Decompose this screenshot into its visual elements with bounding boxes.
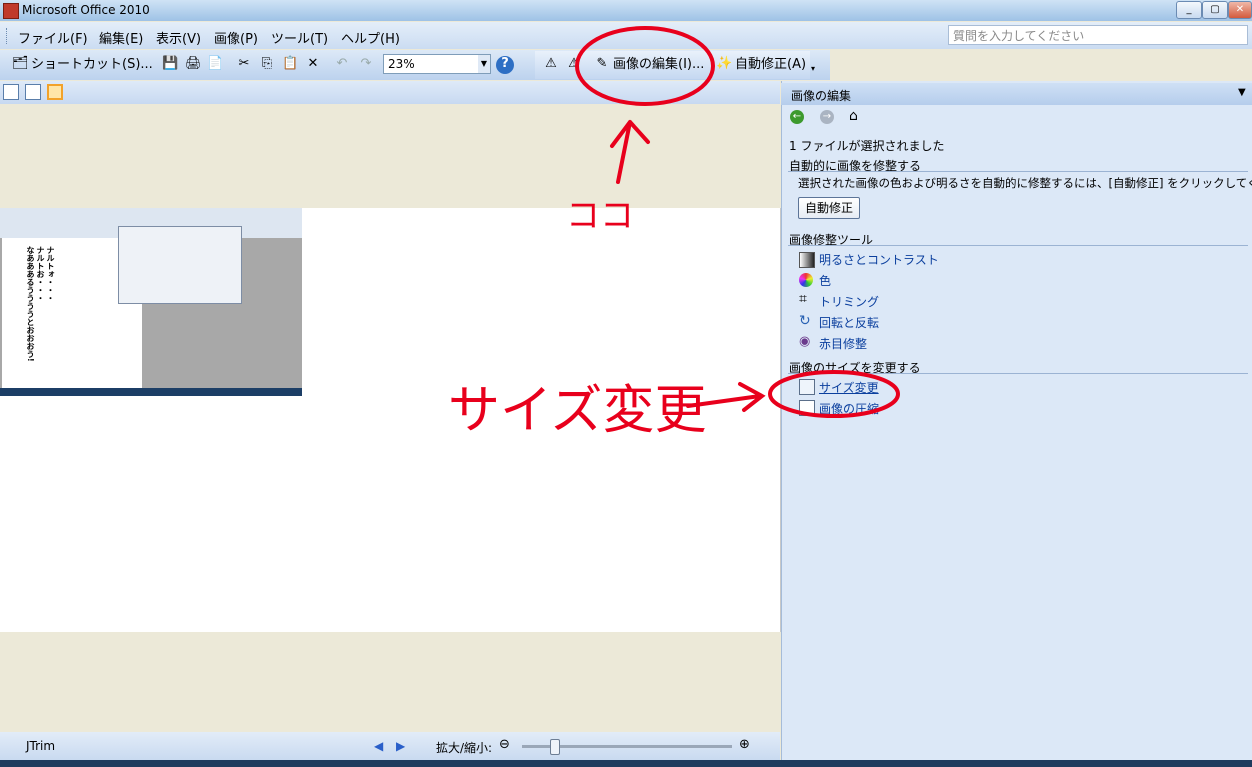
autofix-button[interactable]: 自動修正: [798, 197, 860, 219]
window-title: Microsoft Office 2010: [22, 3, 150, 17]
status-app-name: JTrim: [26, 739, 56, 753]
edit-picture-icon: ✎: [596, 56, 608, 71]
color-icon: [799, 273, 813, 287]
copy-icon[interactable]: ⎘: [259, 56, 275, 72]
menu-help[interactable]: ヘルプ(H): [341, 28, 400, 47]
rotate-icon[interactable]: ⚠: [566, 56, 582, 72]
menu-edit[interactable]: 編集(E): [99, 28, 143, 47]
red-eye-icon: ◉: [799, 334, 811, 349]
tool-brightness[interactable]: 明るさとコントラスト: [819, 251, 939, 268]
tool-color[interactable]: 色: [819, 272, 831, 289]
divider: [788, 171, 1248, 172]
autocorrect-button[interactable]: 自動修正(A): [735, 55, 806, 75]
zoom-dropdown-icon[interactable]: ▼: [478, 55, 490, 73]
filmstrip-view-icon[interactable]: [25, 84, 41, 100]
divider: [788, 245, 1248, 246]
close-button[interactable]: ✕: [1228, 1, 1252, 19]
maximize-button[interactable]: ▢: [1202, 1, 1228, 19]
paste-icon[interactable]: 📋: [282, 56, 298, 72]
thumb-text-2: ナルトお・・・: [36, 246, 45, 302]
forward-icon[interactable]: →: [820, 110, 834, 124]
back-icon[interactable]: ←: [790, 110, 804, 124]
brightness-icon: [799, 252, 815, 268]
menu-picture[interactable]: 画像(P): [214, 28, 258, 47]
resize-icon: [799, 379, 815, 395]
pane-menu-icon[interactable]: ▼: [1238, 87, 1246, 98]
thumbnail-view-icon[interactable]: [3, 84, 19, 100]
menu-grip[interactable]: [6, 28, 10, 44]
delete-icon[interactable]: ✕: [305, 56, 321, 72]
view-strip: [0, 81, 780, 104]
crop-icon: ⌗: [799, 291, 807, 307]
compress-icon: [799, 400, 815, 416]
app-icon[interactable]: [3, 3, 19, 19]
menu-file[interactable]: ファイル(F): [18, 28, 88, 47]
compress-link[interactable]: 画像の圧縮: [819, 400, 879, 417]
print-preview-icon[interactable]: 📄: [207, 56, 223, 72]
single-view-icon[interactable]: [47, 84, 63, 100]
redo-icon[interactable]: ↷: [358, 56, 374, 72]
shortcut-icon: 🗂: [12, 56, 29, 71]
menu-view[interactable]: 表示(V): [156, 28, 201, 47]
autocorrect-icon: ✨: [716, 56, 733, 71]
pane-header: [781, 83, 1252, 105]
save-icon[interactable]: 💾: [162, 56, 178, 72]
resize-link[interactable]: サイズ変更: [819, 379, 879, 396]
minimize-button[interactable]: _: [1176, 1, 1202, 19]
tool-red-eye[interactable]: 赤目修整: [819, 335, 867, 352]
zoom-combo[interactable]: 23%: [383, 54, 491, 74]
zoom-label: 拡大/縮小:: [436, 741, 493, 755]
print-icon[interactable]: 🖨: [185, 56, 202, 72]
cut-icon[interactable]: ✂: [236, 56, 252, 72]
undo-icon[interactable]: ↶: [334, 56, 350, 72]
edit-picture-button[interactable]: 画像の編集(I)...: [613, 55, 704, 75]
rotate-flip-icon: ↻: [799, 313, 811, 329]
zoom-out-icon[interactable]: ⊖: [499, 737, 510, 752]
pane-title: 画像の編集: [791, 89, 852, 103]
help-search-input[interactable]: 質問を入力してください: [948, 25, 1248, 45]
shortcut-button[interactable]: ショートカット(S)...: [31, 55, 153, 75]
taskbar: [0, 760, 1252, 767]
menu-tools[interactable]: ツール(T): [271, 28, 328, 47]
tool-crop[interactable]: トリミング: [819, 293, 879, 310]
tool-rotate[interactable]: 回転と反転: [819, 314, 879, 331]
divider: [788, 373, 1248, 374]
zoom-in-icon[interactable]: ⊕: [739, 737, 750, 752]
prev-arrow-icon[interactable]: ◀: [374, 739, 383, 753]
flip-icon[interactable]: ⚠: [543, 56, 559, 72]
title-bar: [0, 0, 1252, 21]
selected-count: 1 ファイルが選択されました: [789, 139, 945, 153]
help-icon[interactable]: ?: [496, 56, 514, 74]
next-arrow-icon[interactable]: ▶: [396, 739, 405, 753]
canvas-background: [0, 104, 780, 208]
auto-description: 選択された画像の色および明るさを自動的に修整するには、[自動修正] をクリックし…: [798, 176, 1252, 190]
zoom-slider-thumb[interactable]: [549, 739, 560, 755]
picture-preview[interactable]: ナルトォ・・・ ナルトお・・・ なあああるううううとおおおう!: [0, 208, 302, 396]
toolbar-options-icon[interactable]: ▾: [811, 64, 820, 78]
home-icon[interactable]: ⌂: [849, 108, 858, 124]
thumb-text-3: なあああるううううとおおおう!: [26, 246, 35, 362]
thumb-text-1: ナルトォ・・・: [46, 246, 55, 302]
